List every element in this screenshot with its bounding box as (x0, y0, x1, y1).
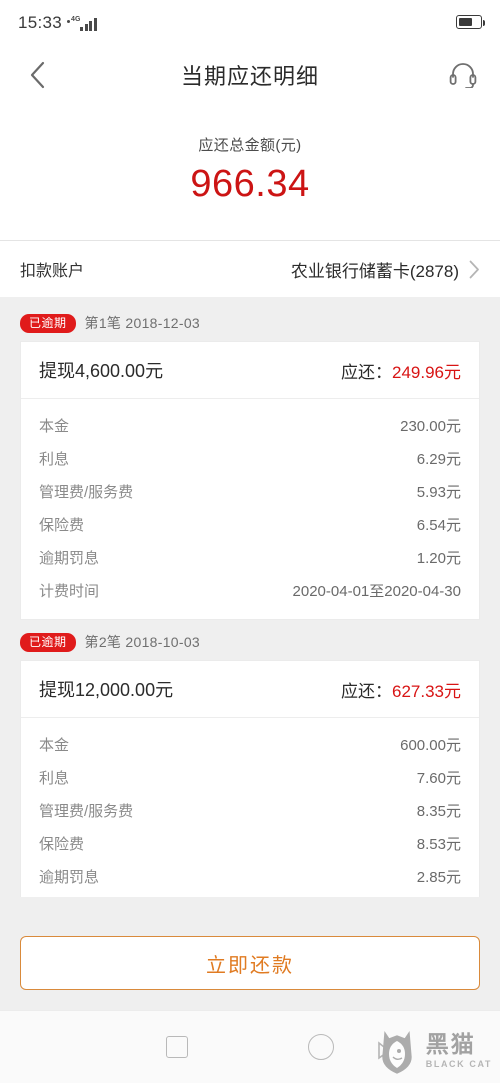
back-button[interactable] (20, 58, 54, 92)
total-amount-panel: 应还总金额(元) 966.34 (0, 106, 500, 240)
status-bar: 15:33 4G (0, 0, 500, 44)
loan-due-amount: 应还：627.33元 (341, 677, 461, 702)
phone-screen: 15:33 4G 当期应还明细 应还总金额(元) 966.34 扣款账户 农业银… (0, 0, 500, 1083)
fee-label: 利息 (39, 770, 70, 787)
loan-list[interactable]: 已逾期 第1笔 2018-12-03 提现4,600.00元 应还：249.96… (0, 297, 500, 897)
fee-value: 600.00元 (400, 737, 461, 754)
repay-now-button[interactable]: 立即还款 (20, 936, 480, 990)
watermark-en: BLACK CAT (425, 1059, 492, 1069)
fee-label: 管理费/服务费 (39, 803, 134, 820)
fee-value: 2020-04-01至2020-04-30 (292, 583, 461, 600)
fee-value: 5.93元 (416, 484, 461, 501)
fee-value: 7.60元 (416, 770, 461, 787)
loan-due-label: 应还： (341, 362, 392, 382)
loan-card: 提现12,000.00元 应还：627.33元 本金 600.00元 利息 7.… (20, 660, 480, 897)
total-amount-label: 应还总金额(元) (198, 137, 302, 154)
loan-due-value: 627.33元 (392, 681, 461, 701)
loan-item: 已逾期 第2笔 2018-10-03 提现12,000.00元 应还：627.3… (0, 626, 500, 897)
fee-label: 本金 (39, 737, 70, 754)
fee-label: 保险费 (39, 836, 85, 853)
fee-label: 逾期罚息 (39, 869, 100, 886)
table-row: 计费时间 2020-04-01至2020-04-30 (39, 893, 461, 897)
black-cat-shield-logo (377, 1030, 412, 1074)
table-row: 本金 230.00元 (39, 409, 461, 442)
loan-card-header: 提现4,600.00元 应还：249.96元 (21, 342, 479, 399)
table-row: 保险费 8.53元 (39, 827, 461, 860)
loan-card-header: 提现12,000.00元 应还：627.33元 (21, 661, 479, 718)
loan-meta: 已逾期 第1笔 2018-12-03 (0, 307, 500, 341)
fee-label: 逾期罚息 (39, 550, 100, 567)
table-row: 计费时间 2020-04-01至2020-04-30 (39, 574, 461, 607)
status-bar-left: 15:33 4G (18, 14, 97, 31)
status-badge: 已逾期 (20, 313, 76, 333)
loan-due-label: 应还： (341, 681, 392, 701)
deduction-account-right: 农业银行储蓄卡(2878) (291, 257, 480, 282)
deduction-account-label: 扣款账户 (20, 263, 85, 280)
fee-value: 6.29元 (416, 451, 461, 468)
fee-value: 230.00元 (400, 418, 461, 435)
table-row: 逾期罚息 2.85元 (39, 860, 461, 893)
loan-principal-title: 提现4,600.00元 (39, 361, 164, 381)
watermark: 黑猫 BLACK CAT (375, 1027, 492, 1075)
battery-icon (456, 15, 485, 29)
loan-card: 提现4,600.00元 应还：249.96元 本金 230.00元 利息 6.2… (20, 341, 480, 620)
fee-label: 计费时间 (39, 583, 100, 600)
table-row: 利息 7.60元 (39, 761, 461, 794)
fee-value: 6.54元 (416, 517, 461, 534)
circle-home-icon[interactable] (308, 1034, 334, 1060)
page-title: 当期应还明细 (180, 64, 319, 89)
loan-meta: 已逾期 第2笔 2018-10-03 (0, 626, 500, 660)
fee-value: 1.20元 (416, 550, 461, 567)
signal-bars-icon: 4G (67, 15, 97, 31)
table-row: 管理费/服务费 8.35元 (39, 794, 461, 827)
loan-due-amount: 应还：249.96元 (341, 358, 461, 383)
watermark-cn: 黑猫 (425, 1031, 476, 1057)
network-type-label: 4G (71, 15, 81, 23)
square-recents-icon[interactable] (166, 1036, 188, 1058)
loan-item: 已逾期 第1笔 2018-12-03 提现4,600.00元 应还：249.96… (0, 307, 500, 620)
watermark-text: 黑猫 BLACK CAT (426, 1033, 492, 1069)
fee-label: 管理费/服务费 (39, 484, 134, 501)
loan-card-body: 本金 230.00元 利息 6.29元 管理费/服务费 5.93元 保险费 6.… (21, 399, 479, 619)
fee-label: 保险费 (39, 517, 85, 534)
table-row: 管理费/服务费 5.93元 (39, 475, 461, 508)
fee-label: 本金 (39, 418, 70, 435)
status-badge: 已逾期 (20, 632, 76, 652)
customer-service-button[interactable] (446, 58, 480, 92)
loan-principal-title: 提现12,000.00元 (39, 680, 174, 700)
deduction-account-value: 农业银行储蓄卡(2878) (290, 261, 459, 281)
signal-bars-glyph (80, 17, 97, 31)
table-row: 保险费 6.54元 (39, 508, 461, 541)
app-header: 当期应还明细 (0, 44, 500, 106)
fee-label: 利息 (39, 451, 70, 468)
headset-icon (449, 63, 477, 88)
loan-card-body: 本金 600.00元 利息 7.60元 管理费/服务费 8.35元 保险费 8.… (21, 718, 479, 897)
status-time: 15:33 (18, 12, 63, 32)
loan-sequence-date: 第1笔 2018-12-03 (84, 315, 201, 331)
deduction-account-row[interactable]: 扣款账户 农业银行储蓄卡(2878) (0, 241, 500, 297)
table-row: 利息 6.29元 (39, 442, 461, 475)
action-bar: 立即还款 (0, 918, 500, 1010)
fee-value: 2.85元 (416, 869, 461, 886)
chevron-right-icon (469, 260, 479, 278)
total-amount-value: 966.34 (190, 163, 310, 205)
table-row: 本金 600.00元 (39, 728, 461, 761)
table-row: 逾期罚息 1.20元 (39, 541, 461, 574)
fee-value: 8.35元 (416, 803, 461, 820)
fee-value: 8.53元 (416, 836, 461, 853)
loan-sequence-date: 第2笔 2018-10-03 (84, 634, 201, 650)
loan-due-value: 249.96元 (392, 362, 461, 382)
chevron-left-icon (30, 61, 45, 89)
